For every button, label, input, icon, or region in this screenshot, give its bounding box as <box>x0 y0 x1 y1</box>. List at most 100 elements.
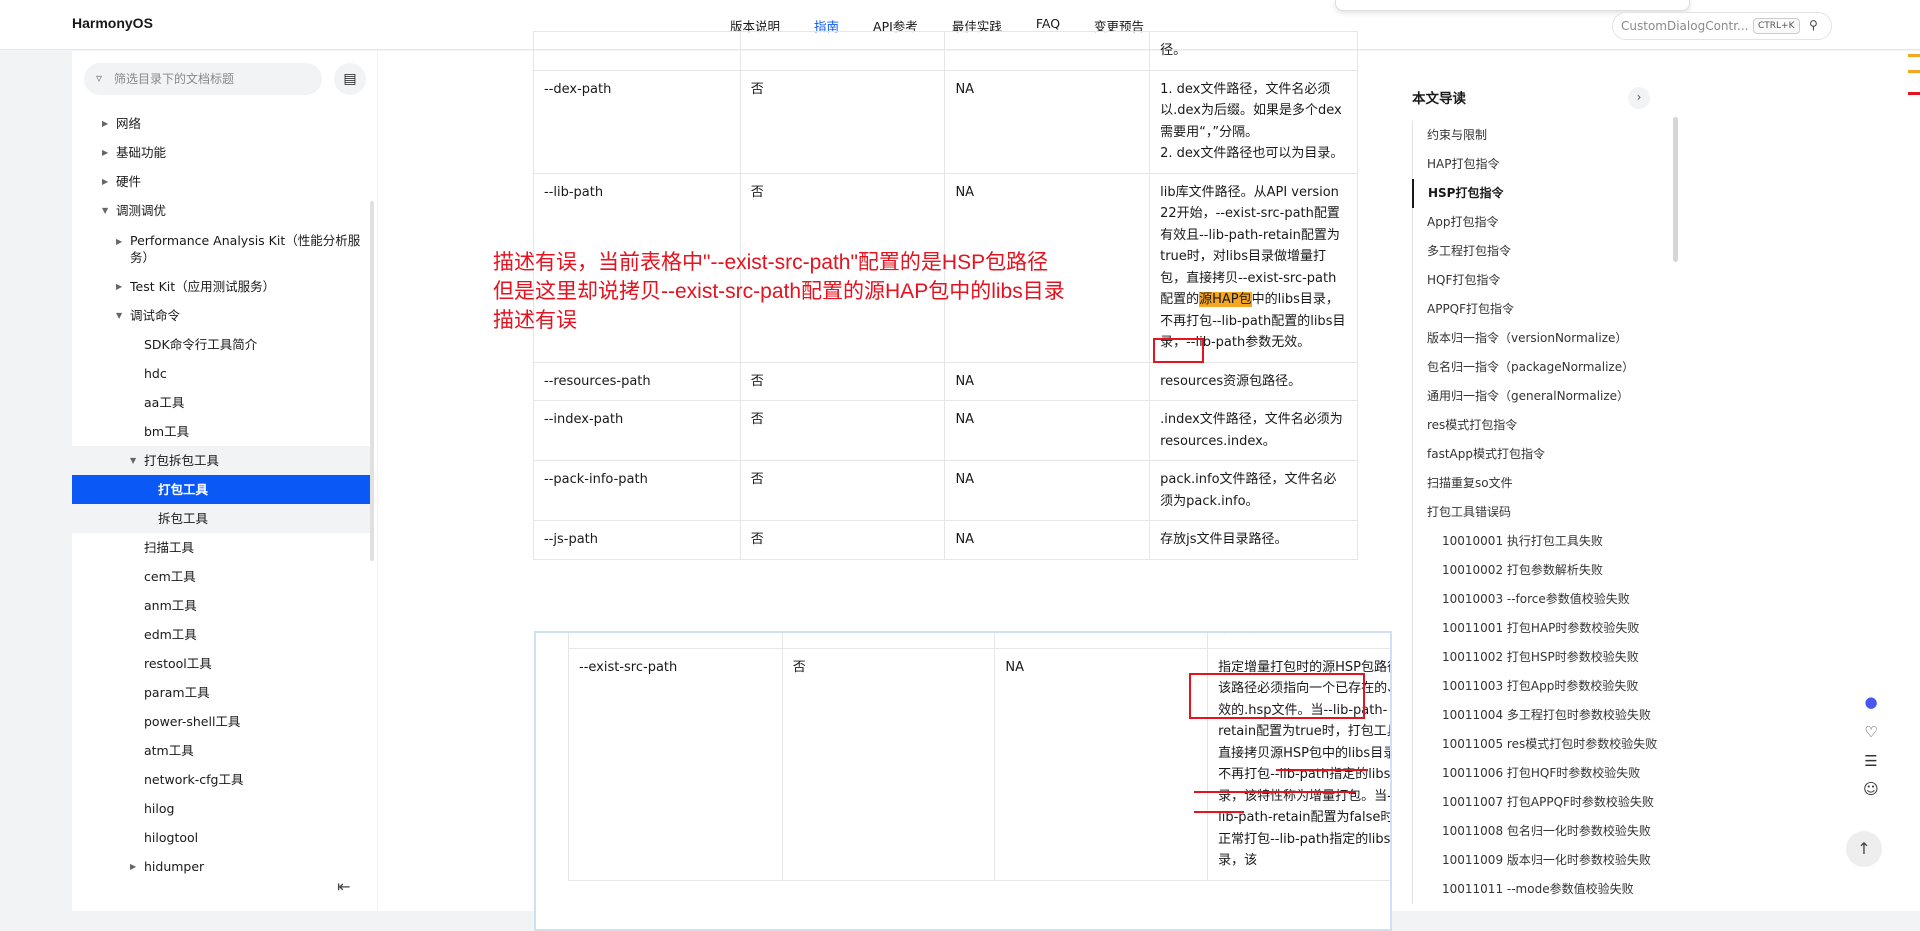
sidebar-item[interactable]: hilog <box>72 794 370 823</box>
sidebar-item[interactable]: param工具 <box>72 678 370 707</box>
feedback-icon[interactable]: ♡ <box>1858 723 1884 741</box>
toc-item[interactable]: 10010001 执行打包工具失败 <box>1413 527 1662 556</box>
sidebar-item[interactable]: cem工具 <box>72 562 370 591</box>
caret-right-icon[interactable]: ▶ <box>116 272 122 301</box>
overlay-screenshot: 数必填。 --exist-src-path 否 NA 指定增量打包时的源HSP包… <box>534 631 1392 931</box>
smiley-icon[interactable]: ☺ <box>1858 780 1884 798</box>
back-to-top-button[interactable]: ↑ <box>1846 831 1882 867</box>
sidebar-item-label: 调试命令 <box>130 308 181 323</box>
toc-item[interactable]: 10011002 打包HSP时参数校验失败 <box>1413 643 1662 672</box>
table-cell: .index文件路径，文件名必须为resources.index。 <box>1149 400 1358 461</box>
sidebar-item[interactable]: bm工具 <box>72 417 370 446</box>
sidebar-item[interactable]: 拆包工具 <box>72 504 370 533</box>
dropdown-popup <box>1335 0 1690 11</box>
sidebar-item[interactable]: 扫描工具 <box>72 533 370 562</box>
toc-item[interactable]: APPQF打包指令 <box>1413 295 1662 324</box>
table-cell: NA <box>944 400 1151 461</box>
sidebar-item[interactable]: ▼ 调测调优 <box>72 196 370 225</box>
sidebar-item[interactable]: ▼ 调试命令 <box>72 301 370 330</box>
desc-part: 1. dex文件路径，文件名必须以.dex为后缀。如果是多个dex需要用“，”分… <box>1160 81 1342 140</box>
sidebar-item-label: network-cfg工具 <box>144 772 244 787</box>
toc-item[interactable]: 10011009 版本归一化时参数校验失败 <box>1413 846 1662 875</box>
filter-box[interactable]: ▿ <box>84 63 322 95</box>
toc-item[interactable]: 约束与限制 <box>1413 121 1662 150</box>
sidebar-item-label: 拆包工具 <box>158 511 209 526</box>
sidebar-item[interactable]: power-shell工具 <box>72 707 370 736</box>
toc-item[interactable]: 10011006 打包HQF时参数校验失败 <box>1413 759 1662 788</box>
caret-down-icon[interactable]: ▼ <box>130 446 136 475</box>
toc-item[interactable]: 包名归一指令（packageNormalize） <box>1413 353 1662 382</box>
sidebar-item[interactable]: 打包工具 <box>72 475 370 504</box>
sidebar-item[interactable]: ▶ Test Kit（应用测试服务） <box>72 272 370 301</box>
sidebar-item[interactable]: ▼ 打包拆包工具 <box>72 446 370 475</box>
toc-item[interactable]: 10010003 --force参数值校验失败 <box>1413 585 1662 614</box>
table-row: 径。 <box>533 31 1358 71</box>
sidebar-item-label: 基础功能 <box>116 145 167 160</box>
sidebar-item[interactable]: anm工具 <box>72 591 370 620</box>
search-box[interactable]: CustomDialogContr... CTRL+K ⚲ <box>1612 12 1832 40</box>
document-list-icon[interactable]: ▤ <box>334 63 366 95</box>
sidebar-item[interactable]: atm工具 <box>72 736 370 765</box>
toc-item[interactable]: HQF打包指令 <box>1413 266 1662 295</box>
toc-scrollbar[interactable] <box>1673 117 1678 262</box>
brand-logo[interactable]: HarmonyOS <box>72 15 153 31</box>
caret-down-icon[interactable]: ▼ <box>102 196 108 225</box>
sidebar-item-label: hdc <box>144 366 167 381</box>
ai-assistant-icon[interactable]: ● <box>1858 693 1884 711</box>
sidebar-item[interactable]: ▶ 硬件 <box>72 167 370 196</box>
toc-item[interactable]: fastApp模式打包指令 <box>1413 440 1662 469</box>
toc-item[interactable]: 10011001 打包HAP时参数校验失败 <box>1413 614 1662 643</box>
table-cell: 否 <box>781 647 996 881</box>
caret-right-icon[interactable]: ▶ <box>116 233 122 250</box>
sidebar-item[interactable]: ▶ 网络 <box>72 109 370 138</box>
annotation-line: 但是这里却说拷贝--exist-src-path配置的源HAP包中的libs目录 <box>493 280 1065 303</box>
sidebar-item[interactable]: hdc <box>72 359 370 388</box>
toc-item[interactable]: 10011004 多工程打包时参数校验失败 <box>1413 701 1662 730</box>
toc-item[interactable]: 多工程打包指令 <box>1413 237 1662 266</box>
collapse-sidebar-icon[interactable]: ⇤ <box>337 877 350 896</box>
sidebar-item[interactable]: ▶ Performance Analysis Kit（性能分析服务） <box>72 225 370 272</box>
sidebar-item[interactable]: network-cfg工具 <box>72 765 370 794</box>
caret-right-icon[interactable]: ▶ <box>102 138 108 167</box>
toc-item[interactable]: HSP打包指令 <box>1412 179 1662 208</box>
filter-input[interactable] <box>114 67 314 91</box>
desc-part: 2. dex文件路径也可以为目录。 <box>1160 146 1344 161</box>
toc-item[interactable]: 通用归一指令（generalNormalize） <box>1413 382 1662 411</box>
table-cell: resources资源包路径。 <box>1149 361 1358 401</box>
toc-item[interactable]: 10011005 res模式打包时参数校验失败 <box>1413 730 1662 759</box>
toc-item[interactable]: HAP打包指令 <box>1413 150 1662 179</box>
sidebar-scrollbar[interactable] <box>370 201 374 561</box>
search-input[interactable]: CustomDialogContr... <box>1621 19 1749 33</box>
sidebar-item[interactable]: ▶ hidumper <box>72 852 370 881</box>
caret-right-icon[interactable]: ▶ <box>130 852 136 881</box>
toc-item[interactable]: 10010002 打包参数解析失败 <box>1413 556 1662 585</box>
sidebar-item[interactable]: SDK命令行工具简介 <box>72 330 370 359</box>
annotation-line: 描述有误，当前表格中"--exist-src-path"配置的是HSP包路径 <box>493 251 1049 274</box>
table-cell: 1. dex文件路径，文件名必须以.dex为后缀。如果是多个dex需要用“，”分… <box>1149 69 1358 174</box>
toc-item[interactable]: 10011003 打包App时参数校验失败 <box>1413 672 1662 701</box>
table-row: --index-path 否 NA .index文件路径，文件名必须为resource… <box>533 400 1358 461</box>
toc-item[interactable]: 打包工具错误码 <box>1413 498 1662 527</box>
search-icon[interactable]: ⚲ <box>1809 18 1818 32</box>
shortcut-badge: CTRL+K <box>1753 18 1800 34</box>
layers-icon[interactable]: ☰ <box>1858 752 1884 770</box>
sidebar-item[interactable]: aa工具 <box>72 388 370 417</box>
table-cell: 存放js文件目录路径。 <box>1149 520 1358 560</box>
toc-item[interactable]: 扫描重复so文件 <box>1413 469 1662 498</box>
caret-down-icon[interactable]: ▼ <box>116 301 122 330</box>
toc-item[interactable]: 10011007 打包APPQF时参数校验失败 <box>1413 788 1662 817</box>
sidebar-item[interactable]: restool工具 <box>72 649 370 678</box>
underline-3 <box>1194 811 1244 813</box>
table-row: --pack-info-path 否 NA pack.info文件路径，文件名必须为p… <box>533 460 1358 521</box>
sidebar-item[interactable]: hilogtool <box>72 823 370 852</box>
toc-item[interactable]: App打包指令 <box>1413 208 1662 237</box>
chevron-right-icon[interactable]: › <box>1628 87 1650 109</box>
caret-right-icon[interactable]: ▶ <box>102 167 108 196</box>
sidebar-item[interactable]: ▶ 基础功能 <box>72 138 370 167</box>
toc-item[interactable]: 10011011 --mode参数值校验失败 <box>1413 875 1662 904</box>
caret-right-icon[interactable]: ▶ <box>102 109 108 138</box>
sidebar-item[interactable]: edm工具 <box>72 620 370 649</box>
toc-item[interactable]: res模式打包指令 <box>1413 411 1662 440</box>
toc-item[interactable]: 版本归一指令（versionNormalize） <box>1413 324 1662 353</box>
toc-item[interactable]: 10011008 包名归一化时参数校验失败 <box>1413 817 1662 846</box>
